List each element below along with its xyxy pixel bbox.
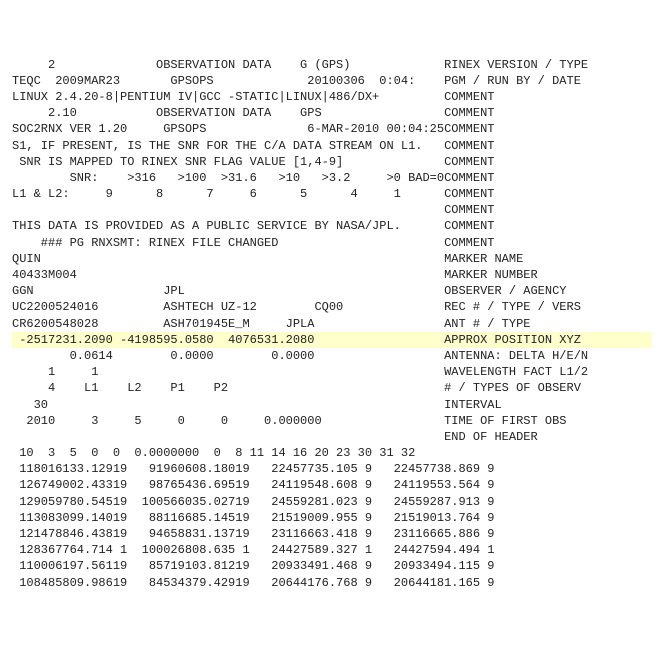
rinex-line-26: 118016133.12919 91960608.18019 22457735.… [12, 461, 652, 477]
rinex-line-22: 2010 3 5 0 0 0.000000 TIME OF FIRST OBS [12, 413, 652, 429]
rinex-line-31: 128367764.714 1 100026808.635 1 24427589… [12, 542, 652, 558]
rinex-line-20: 4 L1 L2 P1 P2 # / TYPES OF OBSERV [12, 380, 652, 396]
rinex-line-4: SOC2RNX VER 1.20 GPSOPS 6-MAR-2010 00:04… [12, 121, 652, 137]
rinex-line-29: 113083099.14019 88116685.14519 21519009.… [12, 510, 652, 526]
rinex-line-3: 2.10 OBSERVATION DATA GPS COMMENT [12, 105, 652, 121]
rinex-line-11: ### PG RNXSMT: RINEX FILE CHANGED COMMEN… [12, 235, 652, 251]
rinex-line-15: UC2200524016 ASHTECH UZ-12 CQ00 REC # / … [12, 299, 652, 315]
rinex-line-28: 129059780.54519 100566035.02719 24559281… [12, 494, 652, 510]
rinex-line-8: L1 & L2: 9 8 7 6 5 4 1 COMMENT [12, 186, 652, 202]
rinex-line-30: 121478846.43819 94658831.13719 23116663.… [12, 526, 652, 542]
rinex-line-21: 30 INTERVAL [12, 397, 652, 413]
rinex-line-18: 0.0614 0.0000 0.0000 ANTENNA: DELTA H/E/… [12, 348, 652, 364]
rinex-line-13: 40433M004 MARKER NUMBER [12, 267, 652, 283]
rinex-line-19: 1 1 WAVELENGTH FACT L1/2 [12, 364, 652, 380]
rinex-text-block: 2 OBSERVATION DATA G (GPS) RINEX VERSION… [12, 57, 652, 591]
rinex-line-9: COMMENT [12, 202, 652, 218]
rinex-line-12: QUIN MARKER NAME [12, 251, 652, 267]
rinex-line-7: SNR: >316 >100 >31.6 >10 >3.2 >0 BAD=0CO… [12, 170, 652, 186]
rinex-line-6: SNR IS MAPPED TO RINEX SNR FLAG VALUE [1… [12, 154, 652, 170]
rinex-line-1: TEQC 2009MAR23 GPSOPS 20100306 0:04: PGM… [12, 73, 652, 89]
rinex-line-0: 2 OBSERVATION DATA G (GPS) RINEX VERSION… [12, 57, 652, 73]
rinex-line-32: 110006197.56119 85719103.81219 20933491.… [12, 558, 652, 574]
rinex-line-33: 108485809.98619 84534379.42919 20644176.… [12, 575, 652, 591]
rinex-line-14: GGN JPL OBSERVER / AGENCY [12, 283, 652, 299]
rinex-line-2: LINUX 2.4.20-8|PENTIUM IV|GCC -STATIC|LI… [12, 89, 652, 105]
rinex-line-25: 10 3 5 0 0 0.0000000 0 8 11 14 16 20 23 … [12, 445, 652, 461]
rinex-line-5: S1, IF PRESENT, IS THE SNR FOR THE C/A D… [12, 138, 652, 154]
rinex-line-23: END OF HEADER [12, 429, 652, 445]
rinex-line-27: 126749002.43319 98765436.69519 24119548.… [12, 477, 652, 493]
rinex-line-17: -2517231.2090 -4198595.0580 4076531.2080… [12, 332, 652, 348]
rinex-line-10: THIS DATA IS PROVIDED AS A PUBLIC SERVIC… [12, 218, 652, 234]
rinex-line-16: CR6200548028 ASH701945E_M JPLA ANT # / T… [12, 316, 652, 332]
